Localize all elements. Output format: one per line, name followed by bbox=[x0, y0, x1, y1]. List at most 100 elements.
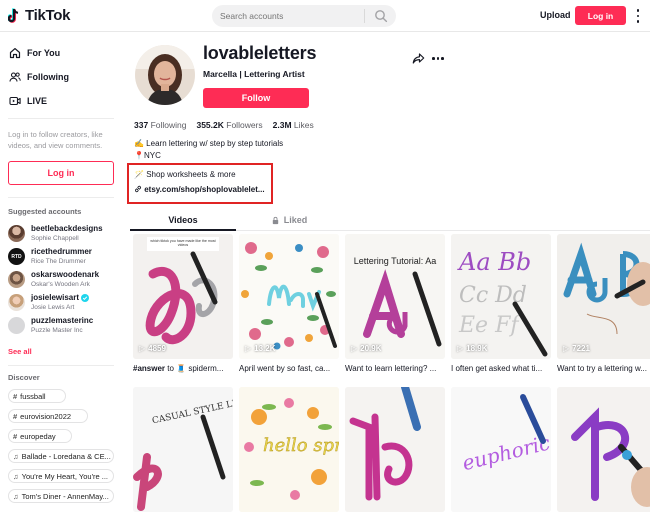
video-caption[interactable]: April went by so fast, ca... bbox=[239, 364, 341, 373]
avatar bbox=[8, 271, 25, 288]
followers-stat[interactable]: 355.2K Followers bbox=[196, 120, 262, 130]
music-note-icon: ♫ bbox=[13, 451, 19, 461]
profile-display-name: Marcella | Lettering Artist bbox=[203, 69, 305, 79]
search-input[interactable] bbox=[220, 9, 360, 23]
profile-bio: ✍️ Learn lettering w/ step by step tutor… bbox=[134, 138, 283, 161]
search-icon[interactable] bbox=[374, 9, 388, 23]
discover-chip[interactable]: ♫ Ballade - Loredana & CE... bbox=[8, 449, 114, 463]
sidebar-divider bbox=[8, 365, 114, 366]
suggested-account[interactable]: beetlebackdesigns Sophie Chappell bbox=[8, 224, 120, 244]
view-count: ▷ 13.2K bbox=[245, 344, 276, 353]
sidebar-item-label: For You bbox=[27, 48, 61, 58]
follow-button[interactable]: Follow bbox=[203, 88, 309, 108]
account-username: oskarswoodenark bbox=[31, 270, 100, 279]
login-button[interactable]: Log in bbox=[575, 6, 626, 25]
thumbnail-text: Lettering Tutorial: Aa bbox=[353, 256, 437, 266]
discover-chip[interactable]: # europeday bbox=[8, 429, 72, 443]
video-thumbnail[interactable]: hello spring bbox=[239, 387, 339, 512]
video-thumbnail[interactable] bbox=[239, 234, 339, 359]
video-thumbnail[interactable]: euphoric bbox=[451, 387, 551, 512]
bio-line: 📍NYC bbox=[134, 150, 161, 160]
account-username: beetlebackdesigns bbox=[31, 224, 103, 233]
discover-chip[interactable]: # eurovision2022 bbox=[8, 409, 88, 423]
video-thumbnail[interactable]: Lettering Tutorial: Aa bbox=[345, 234, 445, 359]
hashtag-icon: # bbox=[13, 431, 18, 441]
login-prompt-text: Log in to follow creators, like videos, … bbox=[8, 130, 103, 150]
search-bar[interactable] bbox=[212, 5, 396, 27]
profile-avatar bbox=[135, 45, 195, 105]
account-display-name: Sophie Chappell bbox=[31, 235, 79, 242]
discover-heading: Discover bbox=[8, 373, 40, 382]
video-caption[interactable]: Want to try a lettering w... bbox=[557, 364, 650, 373]
account-username: puzzlemasterinc bbox=[31, 316, 94, 325]
link-icon bbox=[134, 185, 142, 193]
suggested-account[interactable]: puzzlemasterinc Puzzle Master Inc bbox=[8, 316, 120, 336]
account-display-name: Josie Lewis Art bbox=[31, 304, 75, 311]
sidebar-item-label: LIVE bbox=[27, 96, 48, 106]
view-count: ▷ 20.9K bbox=[351, 344, 382, 353]
tiktok-logo-icon bbox=[8, 7, 19, 23]
more-menu-icon[interactable] bbox=[634, 8, 642, 24]
video-thumbnail[interactable]: CASUAL STYLE LETTERS bbox=[133, 387, 233, 512]
view-count: ▷ 18.9K bbox=[457, 344, 488, 353]
suggested-account[interactable]: RTD ricethedrummer Rice The Drummer bbox=[8, 247, 120, 267]
verified-badge-icon bbox=[81, 293, 90, 302]
search-divider bbox=[364, 9, 365, 23]
suggested-account[interactable]: josielewisart Josie Lewis Art bbox=[8, 293, 120, 313]
upload-button[interactable]: Upload bbox=[540, 10, 571, 20]
profile-main: lovableletters Marcella | Lettering Arti… bbox=[120, 32, 650, 512]
following-stat[interactable]: 337 Following bbox=[134, 120, 186, 130]
see-all-link[interactable]: See all bbox=[8, 347, 32, 356]
video-thumbnail[interactable]: Aa Bb Cc Dd Ee Ff bbox=[451, 234, 551, 359]
video-thumbnail[interactable] bbox=[557, 234, 650, 359]
sidebar-login-button[interactable]: Log in bbox=[8, 161, 114, 185]
video-caption[interactable]: I often get asked what ti... bbox=[451, 364, 553, 373]
share-icon[interactable] bbox=[412, 52, 425, 65]
suggested-account[interactable]: oskarswoodenark Oskar's Wooden Ark bbox=[8, 270, 120, 290]
live-icon bbox=[9, 96, 21, 106]
discover-chip[interactable]: # fussball bbox=[8, 389, 66, 403]
top-bar: TikTok Upload Log in bbox=[0, 0, 650, 32]
video-thumbnail[interactable] bbox=[557, 387, 650, 512]
sidebar-item-for-you[interactable]: For You bbox=[9, 47, 60, 59]
tab-videos[interactable]: Videos bbox=[130, 210, 236, 230]
shop-link-title: 🪄 Shop worksheets & more bbox=[134, 170, 236, 179]
hashtag-icon: # bbox=[13, 411, 18, 421]
sidebar-item-label: Following bbox=[27, 72, 69, 82]
video-caption[interactable]: #answer to 🧵 spiderm... bbox=[133, 364, 235, 373]
avatar bbox=[8, 317, 25, 334]
account-username: josielewisart bbox=[31, 293, 90, 302]
svg-text:Aa Bb: Aa Bb bbox=[457, 248, 531, 276]
sidebar-divider bbox=[8, 118, 114, 119]
sidebar-item-following[interactable]: Following bbox=[9, 71, 69, 83]
thumbnail-text: which tiktok you have made like the most… bbox=[150, 239, 216, 248]
music-note-icon: ♫ bbox=[13, 471, 19, 481]
hashtag-icon: # bbox=[13, 391, 18, 401]
tab-liked[interactable]: Liked bbox=[236, 210, 342, 230]
sidebar-item-live[interactable]: LIVE bbox=[9, 95, 47, 107]
video-thumbnail[interactable]: which tiktok you have made like the most… bbox=[133, 234, 233, 359]
discover-chip[interactable]: ♫ Tom's Diner - AnnenMay... bbox=[8, 489, 114, 503]
discover-chip[interactable]: ♫ You're My Heart, You're ... bbox=[8, 469, 114, 483]
view-count: ▷ 7221 bbox=[563, 344, 590, 353]
users-icon bbox=[9, 72, 21, 82]
svg-text:Ee Ff: Ee Ff bbox=[458, 313, 522, 338]
bio-line: ✍️ Learn lettering w/ step by step tutor… bbox=[134, 139, 284, 148]
suggested-accounts-heading: Suggested accounts bbox=[8, 207, 82, 216]
profile-stats: 337 Following 355.2K Followers 2.3M Like… bbox=[134, 120, 314, 130]
avatar bbox=[8, 294, 25, 311]
svg-text:hello spring: hello spring bbox=[263, 435, 339, 456]
profile-tabs: Videos Liked bbox=[130, 210, 650, 231]
account-display-name: Rice The Drummer bbox=[31, 258, 86, 265]
more-options-icon[interactable] bbox=[432, 57, 444, 60]
view-count: ▷ 4859 bbox=[139, 344, 166, 353]
likes-stat: 2.3M Likes bbox=[272, 120, 314, 130]
active-tab-indicator bbox=[130, 229, 236, 231]
account-display-name: Oskar's Wooden Ark bbox=[31, 281, 90, 288]
account-username: ricethedrummer bbox=[31, 247, 92, 256]
video-caption[interactable]: Want to learn lettering? ... bbox=[345, 364, 447, 373]
shop-link[interactable]: etsy.com/shop/shoplovablelet... bbox=[134, 185, 265, 194]
video-thumbnail[interactable] bbox=[345, 387, 445, 512]
tiktok-logo[interactable]: TikTok bbox=[8, 7, 70, 24]
avatar: RTD bbox=[8, 248, 25, 265]
